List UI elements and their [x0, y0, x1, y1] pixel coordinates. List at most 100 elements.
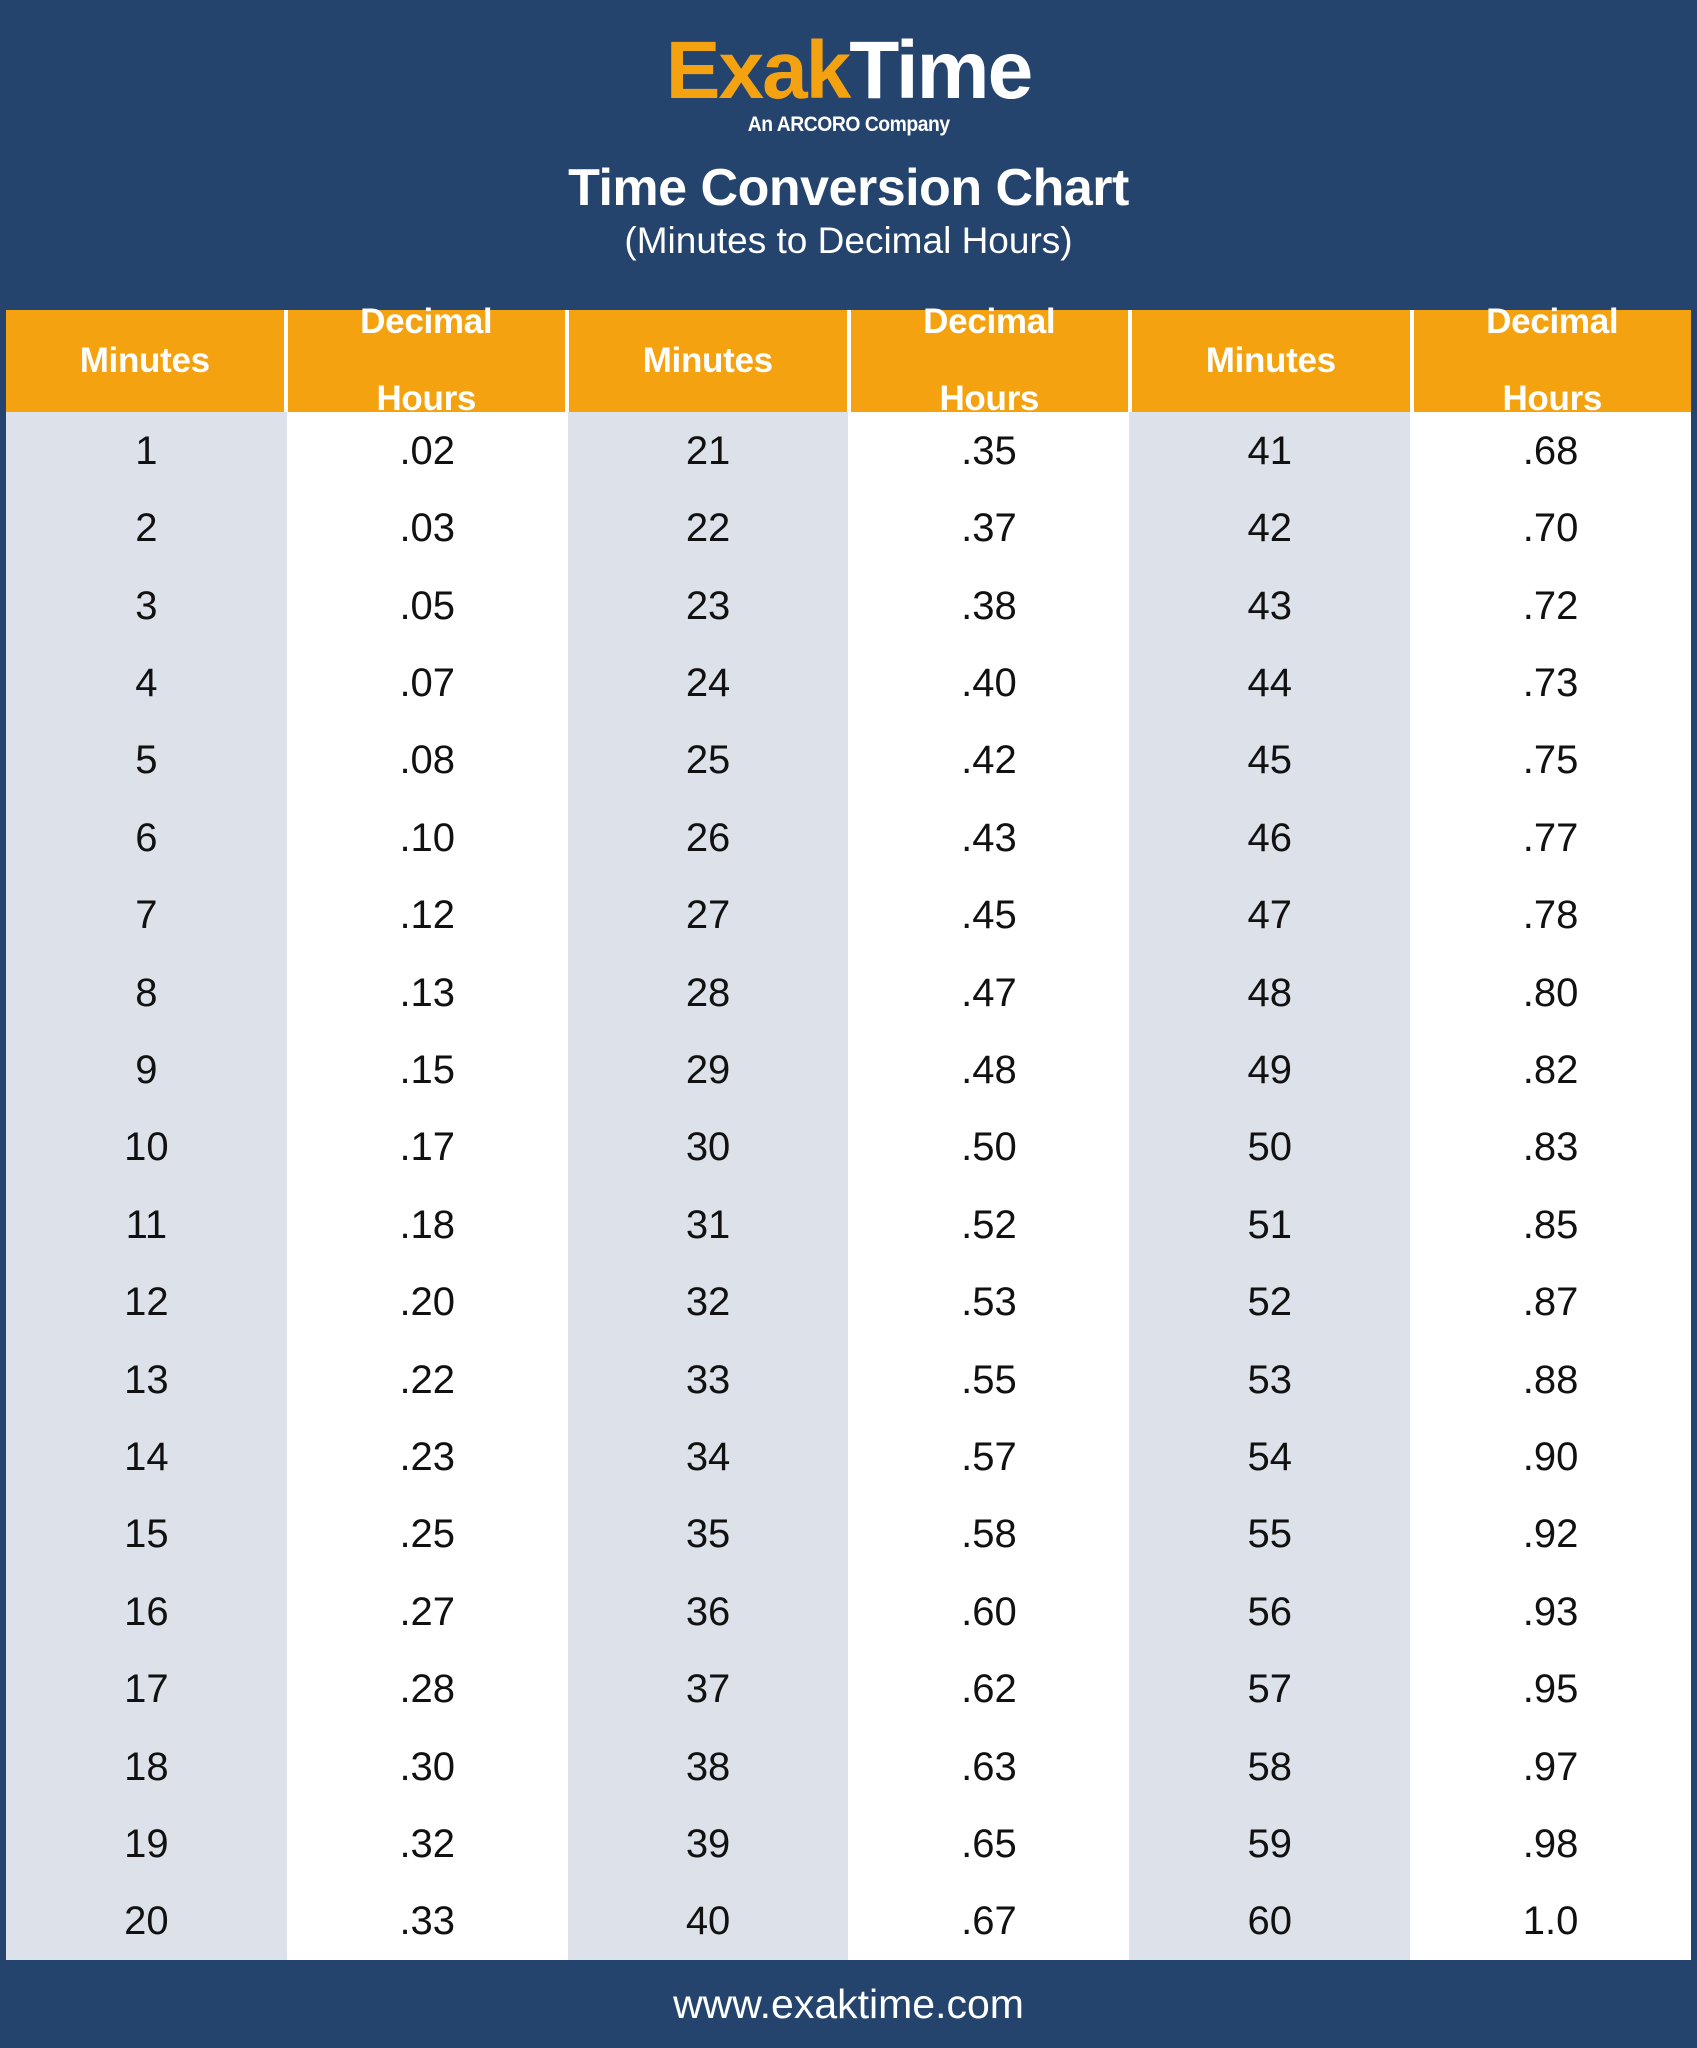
website-url: www.exaktime.com — [673, 1980, 1024, 2027]
table-cell: 9 — [135, 1047, 158, 1092]
conversion-table: Minutes Decimal Hours Minutes Decimal Hour… — [0, 303, 1697, 1960]
table-cell: 37 — [685, 1667, 731, 1712]
table-cell: 18 — [124, 1744, 169, 1789]
table-cell: .73 — [1522, 660, 1579, 705]
table-cell: .72 — [1522, 583, 1579, 628]
page-title: Time Conversion Chart — [568, 159, 1129, 217]
table-cell: .17 — [399, 1125, 456, 1170]
table-cell: 48 — [1247, 970, 1292, 1015]
table-cell: .50 — [961, 1125, 1017, 1170]
table-cell: .55 — [961, 1357, 1017, 1402]
table-cell: .45 — [961, 893, 1017, 938]
table-cell: 29 — [685, 1047, 731, 1092]
table-cell: 1.0 — [1522, 1899, 1579, 1944]
column-header-label: Minutes — [642, 340, 773, 380]
table-cell: 54 — [1247, 1434, 1292, 1479]
logo-time-text: Time — [849, 25, 1033, 116]
table-cell: .38 — [961, 583, 1017, 628]
exaktime-logo: ExakTime An ARCORO Company — [666, 30, 1033, 136]
table-cell: .92 — [1522, 1512, 1579, 1557]
table-cell: 14 — [124, 1434, 169, 1479]
column-header-decimal-hours-3: Decimal Hours — [1413, 303, 1691, 418]
table-column-decimal-hours-1: .02 .03 .05 .07 .08 .10 .12 .13 .15 .17 .18 .20 .22.… — [286, 412, 568, 1960]
table-cell: .02 — [399, 428, 456, 473]
table-cell: .10 — [399, 815, 456, 860]
table-cell: 2 — [135, 506, 158, 551]
table-cell: .53 — [961, 1280, 1017, 1325]
table-cell: .32 — [399, 1822, 456, 1867]
table-cell: .93 — [1522, 1589, 1579, 1634]
table-cell: 39 — [685, 1822, 731, 1867]
logo-exak-text: Exak — [665, 25, 852, 116]
table-cell: .15 — [399, 1047, 456, 1092]
page-subtitle: (Minutes to Decimal Hours) — [624, 219, 1073, 261]
table-cell: 34 — [685, 1434, 731, 1479]
table-cell: .83 — [1522, 1125, 1579, 1170]
column-header-decimal-hours-1: Decimal Hours — [287, 303, 569, 418]
column-header-minutes-3: Minutes — [1132, 310, 1414, 412]
table-cell: 24 — [685, 660, 731, 705]
table-cell: .07 — [399, 660, 456, 705]
table-cell: 1 — [135, 428, 158, 473]
table-cell: .82 — [1522, 1047, 1579, 1092]
table-cell: 8 — [135, 970, 158, 1015]
table-cell: 27 — [685, 893, 731, 938]
table-cell: .28 — [399, 1667, 456, 1712]
table-cell: 50 — [1247, 1125, 1292, 1170]
table-cell: .42 — [961, 738, 1017, 783]
column-header-label-line1: Decimal — [923, 302, 1056, 342]
table-cell: 31 — [685, 1202, 731, 1247]
table-body: 1 2 3 4 5 6 7 8 9 10 11 12 13 14 15 16 17 18 19 20 .02.03.0… — [6, 412, 1691, 1960]
table-cell: 53 — [1247, 1357, 1292, 1402]
column-header-minutes-2: Minutes — [569, 310, 851, 412]
table-cell: 44 — [1247, 660, 1292, 705]
table-cell: .90 — [1522, 1434, 1579, 1479]
table-cell: .67 — [961, 1899, 1017, 1944]
table-cell: 20 — [124, 1899, 169, 1944]
table-cell: 17 — [124, 1667, 169, 1712]
table-cell: 22 — [685, 506, 731, 551]
table-column-minutes-1: 1 2 3 4 5 6 7 8 9 10 11 12 13 14 15 16 17 18 19 20 — [6, 412, 287, 1960]
table-header-row: Minutes Decimal Hours Minutes Decimal Hour… — [6, 303, 1691, 418]
column-header-decimal-hours-2: Decimal Hours — [850, 303, 1132, 418]
table-cell: .58 — [961, 1512, 1017, 1557]
table-cell: .70 — [1522, 506, 1579, 551]
table-cell: .95 — [1522, 1667, 1579, 1712]
table-cell: 57 — [1247, 1667, 1292, 1712]
table-cell: .08 — [399, 738, 456, 783]
table-cell: 11 — [125, 1202, 168, 1247]
table-cell: 35 — [685, 1512, 731, 1557]
column-header-label: Minutes — [1205, 340, 1336, 380]
table-cell: .63 — [961, 1744, 1017, 1789]
table-column-minutes-3: 41 42 43 44 45 46 47 48 49 50 51 52 53 54 55 56 57 58 59 60 — [1129, 412, 1411, 1960]
table-cell: 19 — [124, 1822, 169, 1867]
table-cell: 59 — [1247, 1822, 1292, 1867]
table-cell: .60 — [961, 1589, 1017, 1634]
table-cell: 36 — [685, 1589, 731, 1634]
table-cell: .30 — [399, 1744, 456, 1789]
table-cell: 49 — [1247, 1047, 1292, 1092]
table-cell: .35 — [961, 428, 1017, 473]
column-header-label: Minutes — [79, 340, 210, 380]
table-cell: 7 — [135, 893, 158, 938]
table-cell: .98 — [1522, 1822, 1579, 1867]
table-cell: .75 — [1522, 738, 1579, 783]
table-cell: 12 — [124, 1280, 169, 1325]
table-cell: .40 — [961, 660, 1017, 705]
table-cell: 15 — [124, 1512, 169, 1557]
table-cell: 3 — [135, 583, 158, 628]
time-conversion-chart-page: ExakTime An ARCORO Company Time Conversi… — [0, 0, 1697, 2048]
page-footer: www.exaktime.com — [0, 1960, 1697, 2048]
table-cell: .03 — [399, 506, 456, 551]
table-cell: .43 — [961, 815, 1017, 860]
table-cell: .47 — [961, 970, 1017, 1015]
table-cell: 32 — [685, 1280, 731, 1325]
table-cell: 4 — [135, 660, 158, 705]
table-cell: 26 — [685, 815, 731, 860]
table-cell: .97 — [1522, 1744, 1579, 1789]
table-cell: 21 — [685, 428, 731, 473]
table-cell: 6 — [135, 815, 158, 860]
table-cell: .87 — [1522, 1280, 1579, 1325]
table-cell: .80 — [1522, 970, 1579, 1015]
table-cell: .52 — [961, 1202, 1017, 1247]
